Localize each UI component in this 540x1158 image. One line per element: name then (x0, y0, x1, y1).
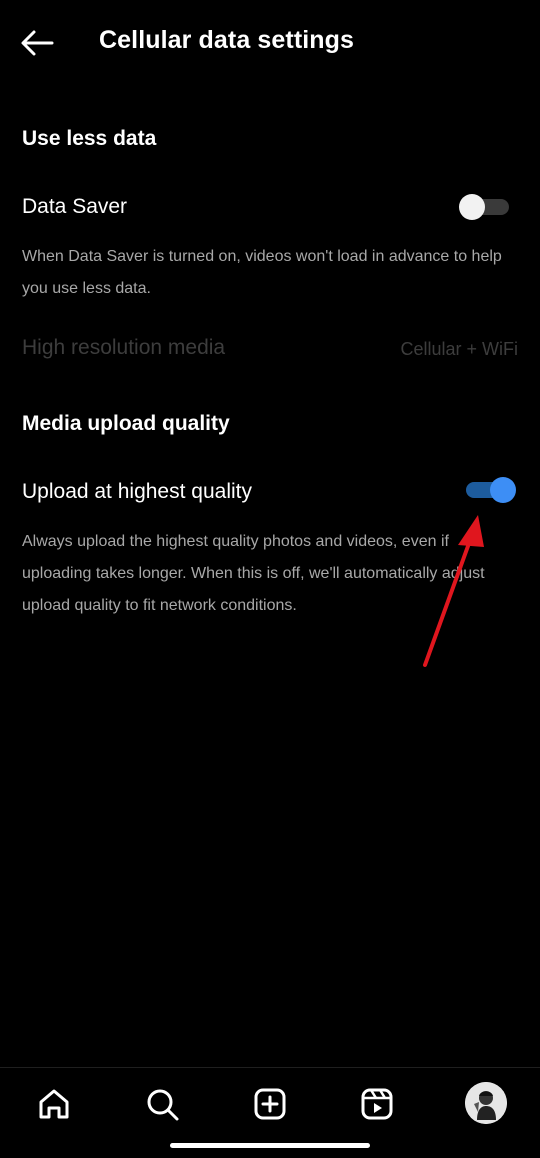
nav-reels[interactable] (357, 1084, 397, 1124)
high-resolution-media-label: High resolution media (22, 336, 226, 359)
data-saver-label: Data Saver (22, 195, 128, 218)
toggle-thumb (459, 194, 485, 220)
create-plus-icon (254, 1088, 286, 1120)
nav-create[interactable] (250, 1084, 290, 1124)
data-saver-toggle[interactable] (459, 193, 513, 221)
home-indicator (170, 1143, 370, 1148)
page-title: Cellular data settings (99, 26, 355, 54)
nav-search[interactable] (142, 1084, 182, 1124)
upload-highest-quality-toggle[interactable] (462, 476, 516, 504)
data-saver-description: When Data Saver is turned on, videos won… (22, 248, 502, 297)
nav-profile-avatar[interactable] (465, 1082, 507, 1124)
reels-icon (361, 1088, 393, 1120)
section-heading-use-less-data: Use less data (22, 127, 157, 150)
upload-highest-quality-label: Upload at highest quality (22, 480, 252, 503)
toggle-thumb (490, 477, 516, 503)
top-bar: Cellular data settings (0, 0, 540, 86)
annotation-arrow-icon (423, 515, 484, 667)
high-resolution-media-value: Cellular + WiFi (400, 339, 518, 359)
arrow-left-icon (21, 30, 54, 56)
search-icon (147, 1089, 179, 1121)
profile-avatar-icon (465, 1082, 507, 1124)
nav-home[interactable] (34, 1084, 74, 1124)
back-button[interactable] (18, 26, 58, 60)
section-heading-media-upload-quality: Media upload quality (22, 412, 230, 435)
home-icon (39, 1089, 69, 1119)
